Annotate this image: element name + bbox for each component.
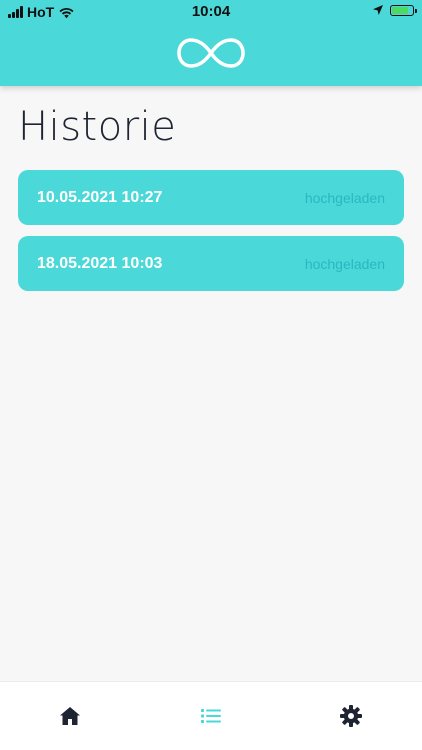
gear-icon [340,705,362,727]
status-right [372,4,417,16]
location-arrow-icon [373,5,383,15]
tab-history[interactable] [199,704,223,728]
list-icon [201,709,221,723]
battery-icon [390,4,417,16]
history-item-status: hochgeladen [304,255,385,272]
history-item[interactable]: 10.05.2021 10:27 hochgeladen [18,170,404,225]
battery-level [392,6,409,14]
history-item[interactable]: 18.05.2021 10:03 hochgeladen [18,236,404,291]
home-icon [60,707,80,725]
infinity-icon [177,38,245,68]
tab-home[interactable] [58,704,82,728]
status-bar: HoT 10:04 [0,0,422,24]
history-item-status: hochgeladen [304,189,385,206]
app-header: HoT 10:04 [0,0,422,86]
tab-bar [0,681,422,750]
history-item-date: 10.05.2021 10:27 [37,188,163,206]
page-title: Historie [18,104,177,150]
tab-settings[interactable] [339,704,363,728]
history-list: 10.05.2021 10:27 hochgeladen 18.05.2021 10… [18,170,404,302]
status-time: 10:04 [191,3,231,20]
history-item-date: 18.05.2021 10:03 [37,254,163,272]
